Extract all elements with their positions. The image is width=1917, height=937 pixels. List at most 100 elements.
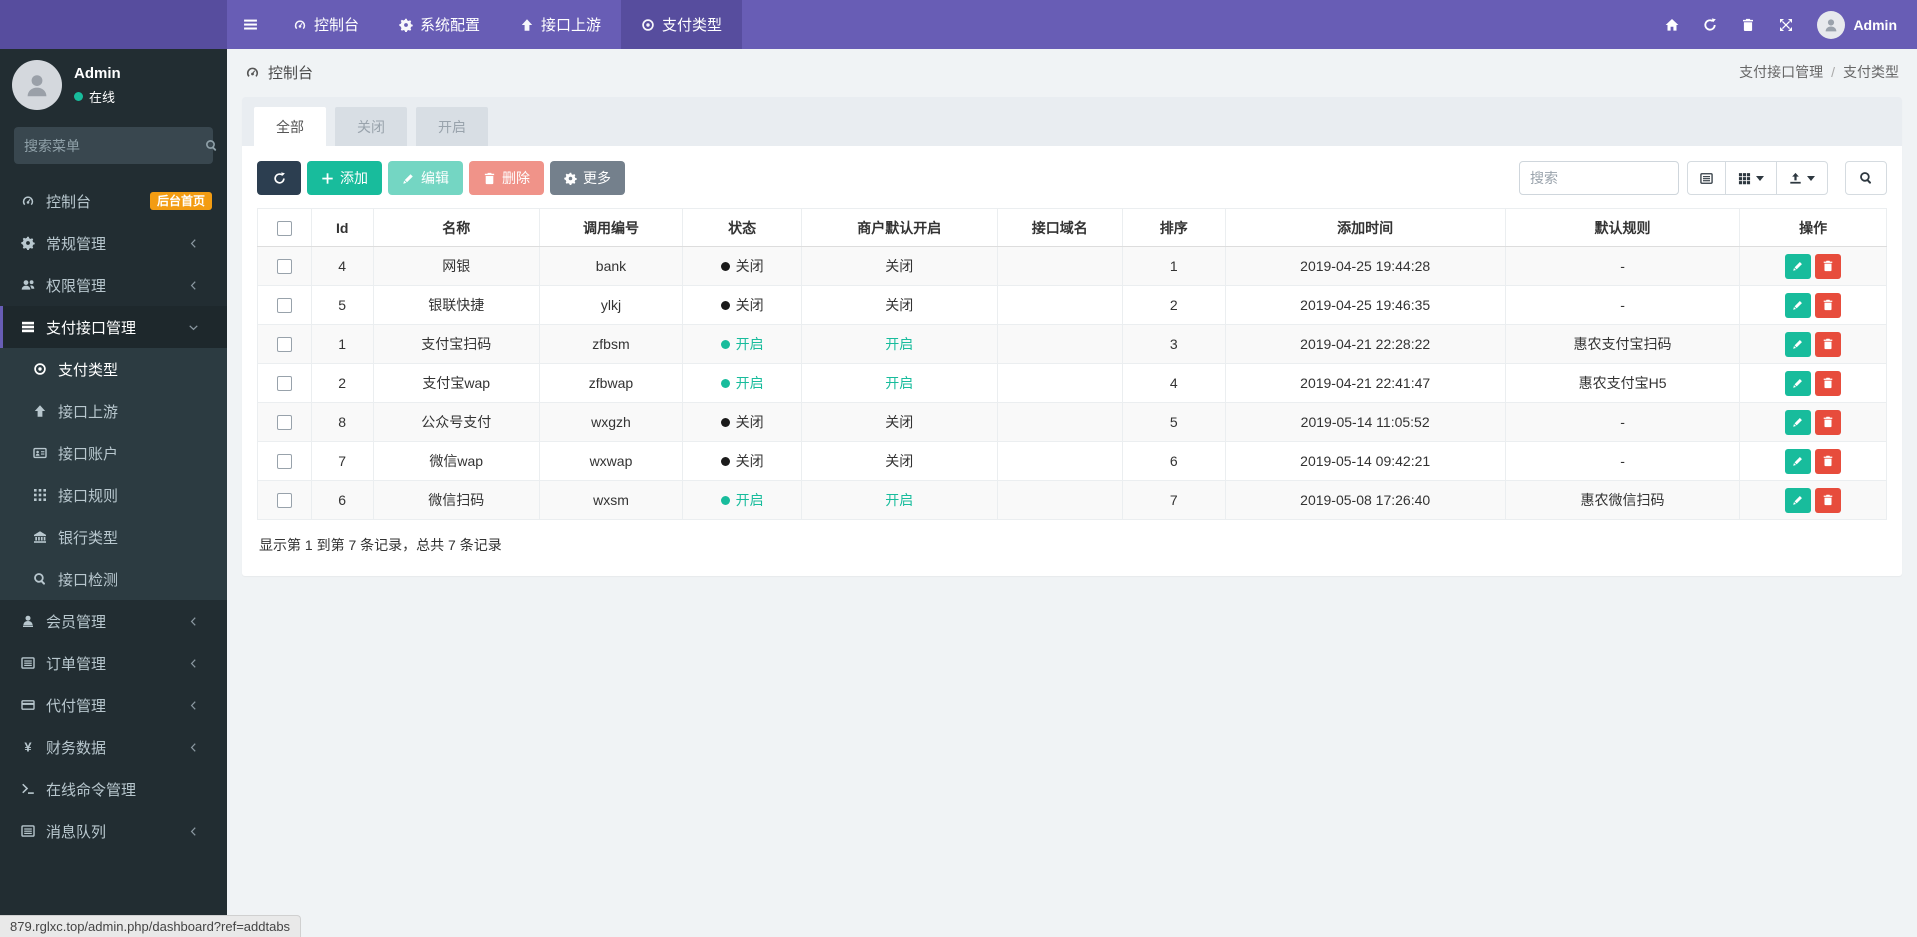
trash-button[interactable] [1729,0,1767,49]
table-search-input[interactable] [1519,161,1679,195]
menu-search-input[interactable] [24,137,205,154]
sidebar-item-接口检测[interactable]: 接口检测 [0,558,227,600]
cell-status: 开启 [682,324,803,364]
select-all-checkbox[interactable] [276,220,292,236]
more-button[interactable]: 更多 [550,161,625,195]
select-all-header [257,208,312,247]
row-delete-button[interactable] [1815,448,1842,474]
columns-button[interactable] [1725,161,1777,195]
cell-code: zfbsm [538,324,684,364]
sidebar-item-支付接口管理[interactable]: 支付接口管理 [0,306,227,348]
row-delete-button[interactable] [1815,370,1842,396]
sidebar-item-label: 常规管理 [46,235,107,253]
tab-开启[interactable]: 开启 [416,107,488,146]
cell-sort[interactable]: 1 [1121,246,1226,286]
tab-全部[interactable]: 全部 [254,107,326,146]
row-edit-button[interactable] [1785,292,1812,318]
edit-button[interactable]: 编辑 [388,161,463,195]
row-edit-button[interactable] [1785,331,1812,357]
row-delete-button[interactable] [1815,487,1842,513]
sidebar-item-消息队列[interactable]: 消息队列 [0,810,227,852]
cell-sort[interactable]: 2 [1121,285,1226,325]
row-checkbox[interactable] [276,493,292,509]
sidebar-item-权限管理[interactable]: 权限管理 [0,264,227,306]
row-delete-button[interactable] [1815,409,1842,435]
cell-sort[interactable]: 3 [1121,324,1226,364]
refresh-button[interactable] [1691,0,1729,49]
toggle-view-button[interactable] [1687,161,1726,195]
sidebar-item-财务数据[interactable]: ¥ 财务数据 [0,726,227,768]
sidebar-item-支付类型[interactable]: 支付类型 [0,348,227,390]
sidebar-item-常规管理[interactable]: 常规管理 [0,222,227,264]
row-delete-button[interactable] [1815,292,1842,318]
sidebar-item-代付管理[interactable]: 代付管理 [0,684,227,726]
cell-sort[interactable]: 4 [1121,363,1226,403]
row-checkbox[interactable] [276,376,292,392]
tab-关闭[interactable]: 关闭 [335,107,407,146]
row-delete-button[interactable] [1815,253,1842,279]
row-edit-button[interactable] [1785,253,1812,279]
status-dot-icon [720,378,730,388]
cell-sort[interactable]: 7 [1121,480,1226,520]
cell-select [257,441,312,481]
sidebar-item-在线命令管理[interactable]: 在线命令管理 [0,768,227,810]
row-checkbox[interactable] [276,298,292,314]
cell-merchant-default[interactable]: 关闭 [801,441,998,481]
nav-item-接口上游[interactable]: 接口上游 [500,0,621,49]
nav-item-支付类型[interactable]: 支付类型 [621,0,743,49]
sidebar-item-会员管理[interactable]: 会员管理 [0,600,227,642]
sidebar-item-接口规则[interactable]: 接口规则 [0,474,227,516]
pagination-info: 显示第 1 到第 7 条记录，总共 7 条记录 [259,537,502,553]
expand-button[interactable] [1767,0,1805,49]
home-button[interactable] [1653,0,1691,49]
cell-id: 6 [310,480,374,520]
nav-item-控制台[interactable]: 控制台 [273,0,379,49]
sidebar-item-控制台[interactable]: 控制台 后台首页 [0,180,227,222]
sidebar-item-接口账户[interactable]: 接口账户 [0,432,227,474]
add-button[interactable]: 添加 [307,161,382,195]
delete-button[interactable]: 删除 [469,161,544,195]
column-header-默认规则: 默认规则 [1504,208,1741,247]
cell-sort[interactable]: 6 [1121,441,1226,481]
cell-domain [996,324,1123,364]
topbar: 控制台 系统配置 接口上游 支付类型 Admin [0,0,1917,49]
cell-merchant-default[interactable]: 关闭 [801,246,998,286]
breadcrumb-parent[interactable]: 支付接口管理 [1739,62,1823,82]
payment-type-table: Id 名称 调用编号 状态 商户默认开启 接口域名 排序 添加时间 默认规则 操作 4 网银 bank… [257,208,1887,520]
gauge-icon [245,65,260,80]
sidebar-toggle-button[interactable] [227,0,273,49]
column-header-调用编号: 调用编号 [538,208,684,247]
row-checkbox[interactable] [276,259,292,275]
cell-select [257,363,312,403]
row-checkbox[interactable] [276,337,292,353]
button-label: 编辑 [421,170,449,186]
cell-merchant-default[interactable]: 开启 [801,480,998,520]
cell-merchant-default[interactable]: 开启 [801,324,998,364]
row-edit-button[interactable] [1785,409,1812,435]
row-checkbox[interactable] [276,415,292,431]
sidebar-item-接口上游[interactable]: 接口上游 [0,390,227,432]
search-icon [30,572,49,586]
sidebar-item-银行类型[interactable]: 银行类型 [0,516,227,558]
navbar-user-menu[interactable]: Admin [1805,0,1917,49]
cell-merchant-default[interactable]: 关闭 [801,285,998,325]
sidebar-user-panel: Admin 在线 [0,49,227,121]
cell-merchant-default[interactable]: 关闭 [801,402,998,442]
row-delete-button[interactable] [1815,331,1842,357]
row-edit-button[interactable] [1785,448,1812,474]
row-checkbox[interactable] [276,454,292,470]
cell-merchant-default[interactable]: 开启 [801,363,998,403]
pencil-icon [402,172,415,185]
row-edit-button[interactable] [1785,487,1812,513]
nav-item-系统配置[interactable]: 系统配置 [379,0,500,49]
cell-id: 1 [310,324,374,364]
row-edit-button[interactable] [1785,370,1812,396]
cell-sort[interactable]: 5 [1121,402,1226,442]
member-icon [18,614,37,628]
refresh-button[interactable] [257,161,301,195]
cell-select [257,246,312,286]
export-button[interactable] [1776,161,1828,195]
search-button[interactable] [1845,161,1887,195]
cell-domain [996,285,1123,325]
sidebar-item-订单管理[interactable]: 订单管理 [0,642,227,684]
